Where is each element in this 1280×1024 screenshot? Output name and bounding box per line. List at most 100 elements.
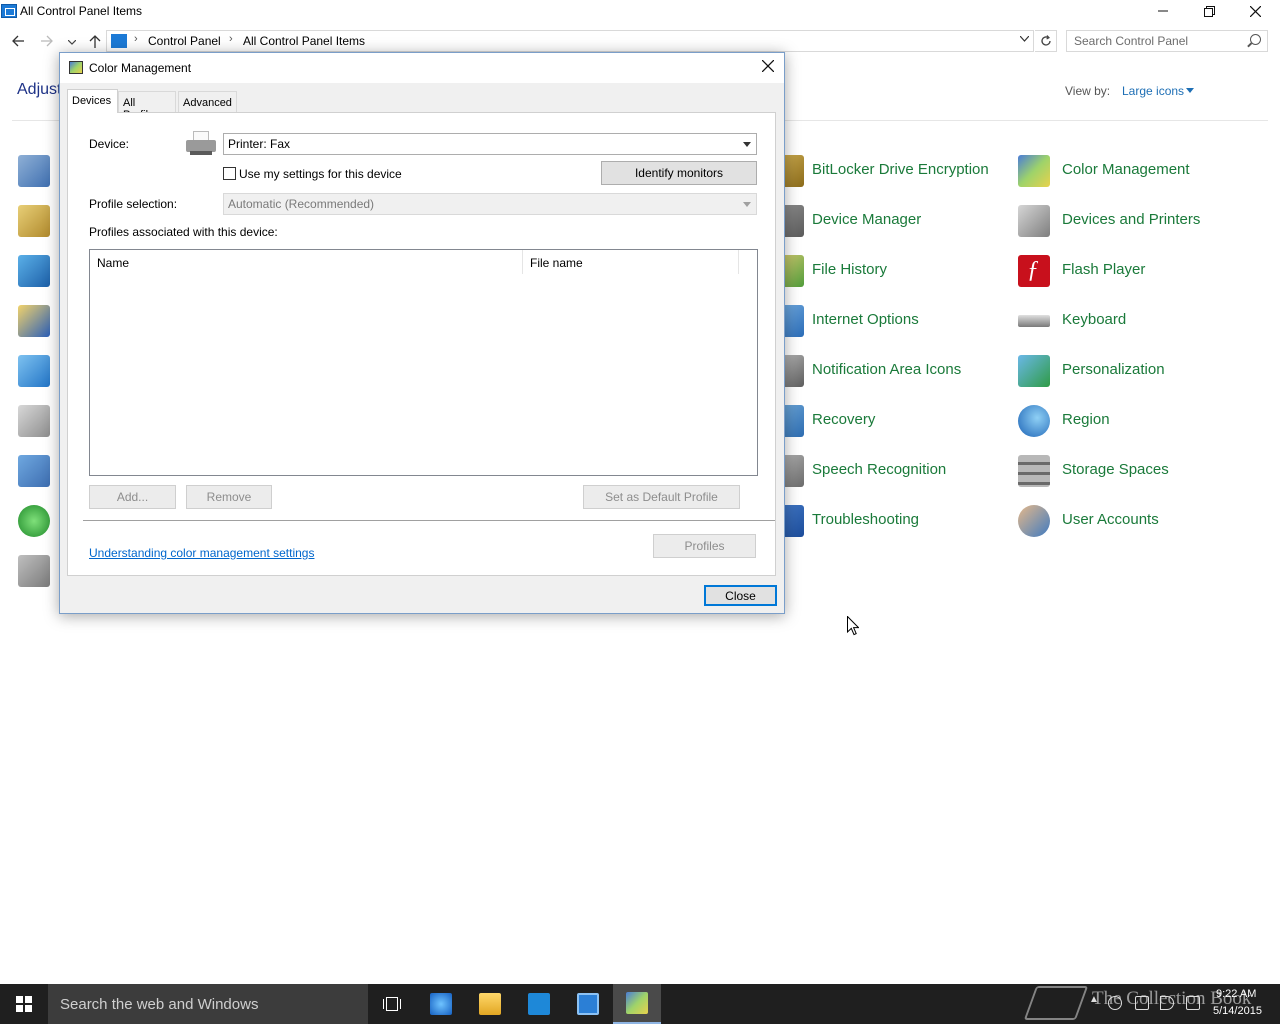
file-explorer-icon xyxy=(479,993,501,1015)
windows-firewall-icon[interactable] xyxy=(18,555,50,587)
storage-spaces-icon xyxy=(1018,455,1050,487)
recent-locations-button[interactable] xyxy=(62,32,82,52)
cp-item-troubleshooting[interactable]: Troubleshooting xyxy=(772,503,1012,539)
cp-item-internet-options[interactable]: Internet Options xyxy=(772,303,1012,339)
keyboard-icon xyxy=(1018,315,1050,327)
address-bar[interactable]: › Control Panel › All Control Panel Item… xyxy=(106,30,1034,52)
remove-button[interactable]: Remove xyxy=(186,485,272,509)
taskbar-search-box[interactable]: Search the web and Windows xyxy=(48,984,368,1024)
device-select[interactable]: Printer: Fax xyxy=(223,133,757,155)
devices-tab-panel: Device: Printer: Fax Use my settings for… xyxy=(67,112,776,576)
cp-item-recovery[interactable]: Recovery xyxy=(772,403,1012,439)
taskbar-file-explorer-button[interactable] xyxy=(466,984,514,1024)
tab-all-profiles[interactable]: All Profiles xyxy=(118,91,176,121)
taskbar-store-button[interactable] xyxy=(515,984,563,1024)
restore-button[interactable] xyxy=(1186,0,1232,22)
start-button[interactable] xyxy=(0,984,48,1024)
set-default-profile-button[interactable]: Set as Default Profile xyxy=(583,485,740,509)
display-icon[interactable] xyxy=(18,255,50,287)
cp-item-flash-player[interactable]: ƒ Flash Player xyxy=(1018,253,1258,289)
cp-item-keyboard[interactable]: Keyboard xyxy=(1018,303,1258,339)
tab-advanced[interactable]: Advanced xyxy=(178,91,237,112)
printer-icon xyxy=(184,131,218,157)
close-window-button[interactable] xyxy=(1232,0,1278,22)
people-icon[interactable] xyxy=(1108,996,1122,1010)
profiles-button[interactable]: Profiles xyxy=(653,534,756,558)
cp-item-file-history[interactable]: File History xyxy=(772,253,1012,289)
cp-item-region[interactable]: Region xyxy=(1018,403,1258,439)
refresh-icon xyxy=(1040,35,1051,46)
book-icon xyxy=(1023,986,1089,1020)
use-my-settings-checkbox[interactable] xyxy=(223,167,236,180)
action-center-icon[interactable] xyxy=(18,155,50,187)
fonts-icon[interactable] xyxy=(18,305,50,337)
cp-item-bitlocker[interactable]: BitLocker Drive Encryption xyxy=(772,153,1012,189)
action-center-icon[interactable] xyxy=(1186,996,1200,1010)
chevron-down-icon xyxy=(743,142,751,147)
breadcrumb-all-items[interactable]: All Control Panel Items xyxy=(243,34,365,48)
cp-item-notification-area[interactable]: Notification Area Icons xyxy=(772,353,1012,389)
breadcrumb-control-panel[interactable]: Control Panel xyxy=(148,34,221,48)
phone-modem-icon[interactable] xyxy=(18,405,50,437)
cp-item-color-management[interactable]: Color Management xyxy=(1018,153,1258,189)
cp-item-user-accounts[interactable]: User Accounts xyxy=(1018,503,1258,539)
back-button[interactable] xyxy=(8,31,28,51)
user-accounts-icon xyxy=(1018,505,1050,537)
cp-item-personalization[interactable]: Personalization xyxy=(1018,353,1258,389)
up-button[interactable] xyxy=(85,31,105,51)
cp-item-label: Region xyxy=(1062,411,1110,428)
caret-down-icon[interactable] xyxy=(1186,88,1194,93)
dialog-close-button[interactable] xyxy=(756,55,780,77)
up-arrow-icon xyxy=(89,34,101,48)
breadcrumb-separator: › xyxy=(229,33,233,45)
add-button[interactable]: Add... xyxy=(89,485,176,509)
language-icon[interactable] xyxy=(18,355,50,387)
clock-date[interactable]: 5/14/2015 xyxy=(1213,1005,1262,1017)
task-view-button[interactable] xyxy=(368,984,416,1024)
address-dropdown-button[interactable] xyxy=(1019,34,1030,45)
cp-item-label: Personalization xyxy=(1062,361,1165,378)
dialog-titlebar[interactable]: Color Management xyxy=(60,53,784,83)
tab-devices[interactable]: Devices xyxy=(67,89,118,113)
cp-item-label: Notification Area Icons xyxy=(812,361,962,378)
column-header-name[interactable]: Name xyxy=(90,250,523,274)
control-panel-icon xyxy=(577,993,599,1015)
use-my-settings-label[interactable]: Use my settings for this device xyxy=(239,167,402,181)
browser-icon xyxy=(430,993,452,1015)
back-arrow-icon xyxy=(12,35,24,47)
clock-time[interactable]: 9:22 AM xyxy=(1216,988,1256,1000)
forward-button[interactable] xyxy=(37,31,57,51)
minimize-button[interactable] xyxy=(1140,0,1186,22)
view-by-dropdown[interactable]: Large icons xyxy=(1122,84,1184,98)
profiles-list[interactable]: Name File name xyxy=(89,249,758,476)
color-management-icon xyxy=(1018,155,1050,187)
cp-item-device-manager[interactable]: Device Manager xyxy=(772,203,1012,239)
cp-item-storage-spaces[interactable]: Storage Spaces xyxy=(1018,453,1258,489)
network-icon[interactable] xyxy=(1135,996,1149,1010)
search-input[interactable]: Search Control Panel xyxy=(1066,30,1268,52)
cp-item-label: Speech Recognition xyxy=(812,461,947,478)
flash-player-icon: ƒ xyxy=(1018,255,1050,287)
identify-monitors-button[interactable]: Identify monitors xyxy=(601,161,757,185)
taskbar-control-panel-button[interactable] xyxy=(564,984,612,1024)
profile-selection-select[interactable]: Automatic (Recommended) xyxy=(223,193,757,215)
column-header-file-name[interactable]: File name xyxy=(523,250,739,274)
divider xyxy=(83,520,775,521)
taskbar-color-management-button[interactable] xyxy=(613,984,661,1024)
sync-center-icon[interactable] xyxy=(18,505,50,537)
window-titlebar[interactable]: All Control Panel Items xyxy=(0,0,1280,24)
help-link[interactable]: Understanding color management settings xyxy=(89,546,314,560)
administrative-tools-icon[interactable] xyxy=(18,205,50,237)
page-heading: Adjust xyxy=(17,81,62,98)
remoteapp-icon[interactable] xyxy=(18,455,50,487)
show-hidden-icons-chevron-icon[interactable]: ▲ xyxy=(1089,994,1099,1005)
address-row: › Control Panel › All Control Panel Item… xyxy=(0,28,1280,54)
refresh-button[interactable] xyxy=(1035,30,1057,52)
cp-item-speech-recognition[interactable]: Speech Recognition xyxy=(772,453,1012,489)
store-icon xyxy=(528,993,550,1015)
cp-item-label: Color Management xyxy=(1062,161,1190,178)
volume-icon[interactable] xyxy=(1160,996,1174,1010)
close-button[interactable]: Close xyxy=(704,585,777,606)
cp-item-devices-printers[interactable]: Devices and Printers xyxy=(1018,203,1258,239)
taskbar-browser-button[interactable] xyxy=(417,984,465,1024)
